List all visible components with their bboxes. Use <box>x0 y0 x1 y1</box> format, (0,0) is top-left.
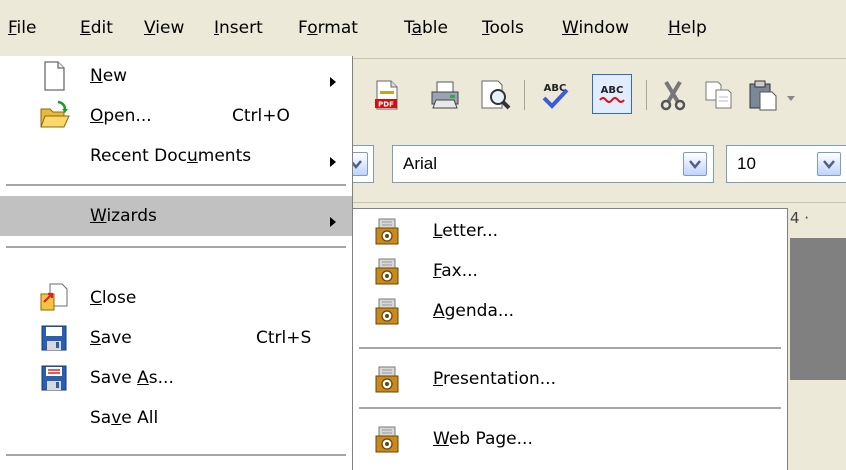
font-size-dropdown-icon[interactable] <box>817 152 841 176</box>
submenu-item-label: Agenda... <box>433 301 515 321</box>
file-menu: New Open... Ctrl+O Recent Documents Wiza… <box>0 56 353 470</box>
save-as-icon <box>38 362 70 394</box>
submenu-item-label: Letter... <box>433 221 499 241</box>
submenu-item-label: Presentation... <box>433 369 556 389</box>
menu-item-label: Wizards <box>90 206 157 226</box>
document-background <box>790 238 846 380</box>
wizard-icon <box>373 424 403 454</box>
submenu-arrow-icon <box>330 152 336 172</box>
copy-icon[interactable] <box>702 78 736 112</box>
file-menu-new[interactable]: New <box>0 56 352 96</box>
svg-text:PDF: PDF <box>378 101 394 109</box>
font-size-combo[interactable]: 10 <box>726 145 846 183</box>
autospellcheck-toggle-icon[interactable]: ABC <box>592 74 632 114</box>
wizard-icon <box>373 256 403 286</box>
menu-item-label: Open... <box>90 106 152 126</box>
menu-separator <box>6 184 346 186</box>
open-folder-icon <box>38 100 70 132</box>
export-pdf-icon[interactable]: PDF <box>370 78 404 112</box>
menu-item-label: Save All <box>90 408 159 428</box>
cut-icon[interactable] <box>656 78 690 112</box>
file-menu-open[interactable]: Open... Ctrl+O <box>0 96 352 136</box>
standard-toolbar: PDF ABC ABC <box>340 62 846 130</box>
menu-item-label: Save <box>90 328 132 348</box>
menu-tools[interactable]: Tools <box>476 10 530 46</box>
wizard-agenda[interactable]: Agenda... <box>353 291 787 331</box>
submenu-arrow-icon <box>330 72 336 92</box>
svg-text:ABC: ABC <box>601 85 624 96</box>
submenu-item-label: Fax... <box>433 261 478 281</box>
formatting-toolbar: Arial 10 <box>330 132 846 203</box>
file-menu-save-as[interactable]: Save As... <box>0 358 352 398</box>
menu-item-label: Save As... <box>90 368 174 388</box>
spellcheck-icon[interactable]: ABC <box>538 78 572 112</box>
menu-separator <box>6 454 346 456</box>
menu-bar: File Edit View Insert Format Table Tools… <box>0 0 846 59</box>
menu-separator <box>6 246 346 248</box>
font-name-combo[interactable]: Arial <box>392 145 714 183</box>
close-document-icon <box>38 282 70 314</box>
menu-item-label: New <box>90 66 128 86</box>
paste-dropdown-arrow-icon[interactable] <box>786 88 796 108</box>
menu-help[interactable]: Help <box>662 10 713 46</box>
font-size-value: 10 <box>737 154 756 173</box>
file-menu-close[interactable]: Close <box>0 278 352 318</box>
wizard-web-page[interactable]: Web Page... <box>353 419 787 459</box>
font-name-value: Arial <box>403 154 438 173</box>
menu-insert[interactable]: Insert <box>208 10 269 46</box>
menu-view[interactable]: View <box>138 10 190 46</box>
wizard-fax[interactable]: Fax... <box>353 251 787 291</box>
menu-edit[interactable]: Edit <box>74 10 119 46</box>
font-name-dropdown-icon[interactable] <box>683 152 707 176</box>
wizard-icon <box>373 296 403 326</box>
menu-file[interactable]: File <box>2 10 42 46</box>
wizard-icon <box>373 364 403 394</box>
submenu-item-label: Web Page... <box>433 429 533 449</box>
menu-separator <box>359 347 781 349</box>
menu-separator <box>359 407 781 409</box>
wizards-submenu: Letter... Fax... Agenda... Presentation.… <box>352 208 788 470</box>
wizard-icon <box>373 216 403 246</box>
page-preview-icon[interactable] <box>478 78 512 112</box>
menu-table[interactable]: Table <box>398 10 454 46</box>
menu-item-shortcut: Ctrl+S <box>256 328 312 348</box>
paste-icon[interactable] <box>746 78 780 112</box>
submenu-arrow-icon <box>330 212 336 232</box>
menu-format[interactable]: Format <box>292 10 364 46</box>
new-document-icon <box>38 60 70 92</box>
print-icon[interactable] <box>428 78 462 112</box>
file-menu-save-all[interactable]: Save All <box>0 398 352 438</box>
wizard-letter[interactable]: Letter... <box>353 211 787 251</box>
ruler-mark: 4 · <box>790 209 810 227</box>
file-menu-recent-documents[interactable]: Recent Documents <box>0 136 352 176</box>
menu-item-label: Recent Documents <box>90 146 252 166</box>
file-menu-wizards[interactable]: Wizards <box>0 196 352 236</box>
save-icon <box>38 322 70 354</box>
file-menu-save[interactable]: Save Ctrl+S <box>0 318 352 358</box>
menu-item-label: Close <box>90 288 137 308</box>
menu-item-shortcut: Ctrl+O <box>232 106 290 126</box>
wizard-presentation[interactable]: Presentation... <box>353 359 787 399</box>
menu-window[interactable]: Window <box>556 10 635 46</box>
